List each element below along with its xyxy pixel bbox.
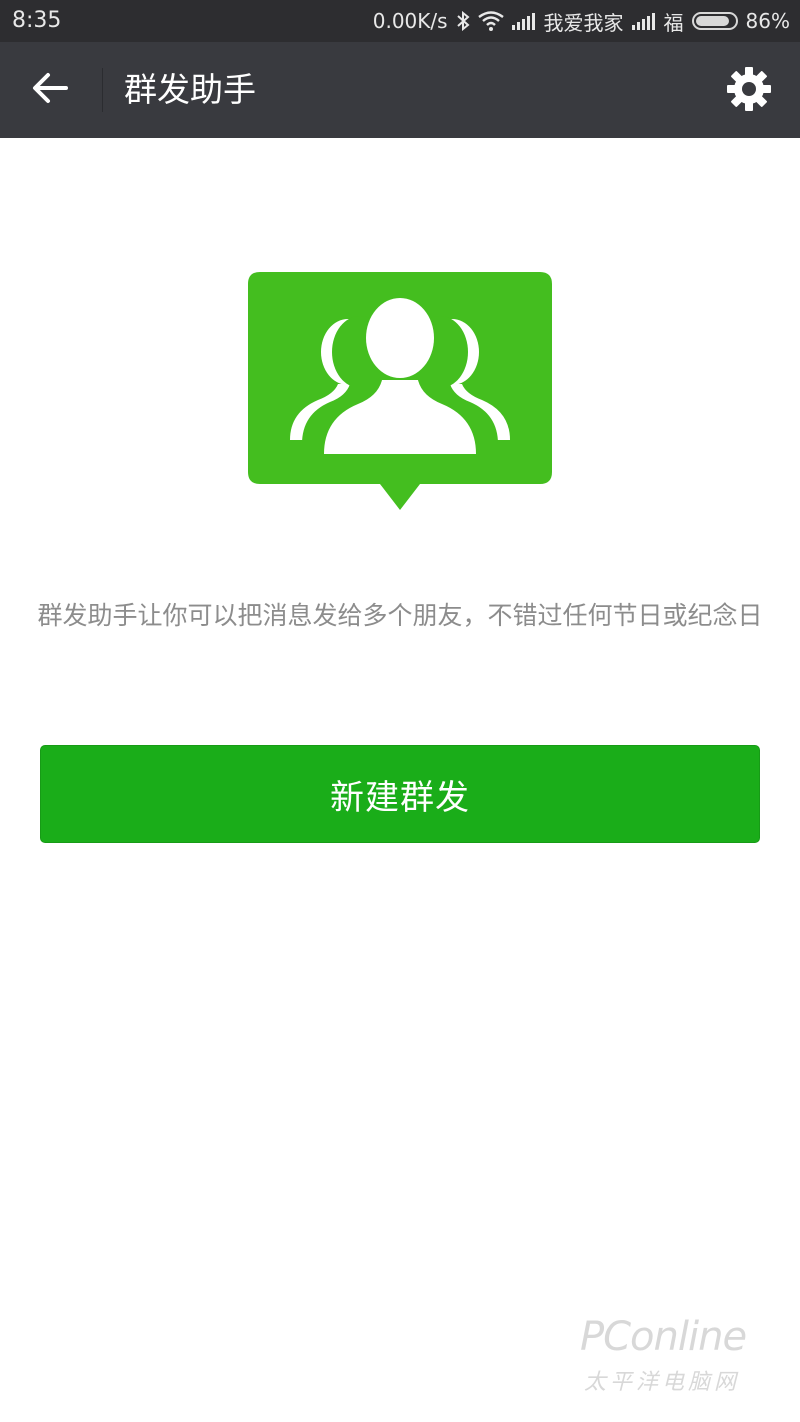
carrier-1: 我爱我家 [543, 10, 624, 35]
battery-icon [691, 12, 738, 30]
back-button[interactable] [18, 60, 82, 120]
wifi-icon [477, 11, 504, 31]
new-broadcast-button[interactable]: 新建群发 [40, 745, 760, 843]
status-time: 8:35 [12, 8, 62, 33]
battery-percent: 86% [745, 9, 790, 33]
page-title: 群发助手 [124, 70, 256, 109]
signal-icon [511, 12, 536, 30]
group-message-icon [248, 272, 552, 512]
gear-icon [725, 65, 773, 117]
status-bar: 8:35 0.00K/s 我爱我家 福 86% [0, 0, 800, 42]
watermark-logo: PConline 太平洋电脑网 [580, 1300, 790, 1410]
watermark-subtitle: 太平洋电脑网 [584, 1370, 741, 1395]
arrow-left-icon [32, 72, 68, 108]
carrier-2: 福 [663, 10, 684, 35]
battery-level [695, 16, 729, 26]
watermark-brand: PConline [580, 1314, 747, 1360]
status-indicators: 0.00K/s 我爱我家 福 86% [373, 0, 790, 42]
network-speed: 0.00K/s [372, 9, 448, 33]
description-text: 群发助手让你可以把消息发给多个朋友，不错过任何节日或纪念日 [37, 601, 763, 630]
action-bar-divider [102, 68, 103, 112]
signal-icon [631, 12, 656, 30]
action-bar: 群发助手 [0, 42, 800, 138]
screen: 8:35 0.00K/s 我爱我家 福 86% 群发助手 群发助手让你可以把消息… [0, 0, 800, 1422]
settings-button[interactable] [722, 64, 776, 118]
bluetooth-icon [456, 11, 470, 31]
